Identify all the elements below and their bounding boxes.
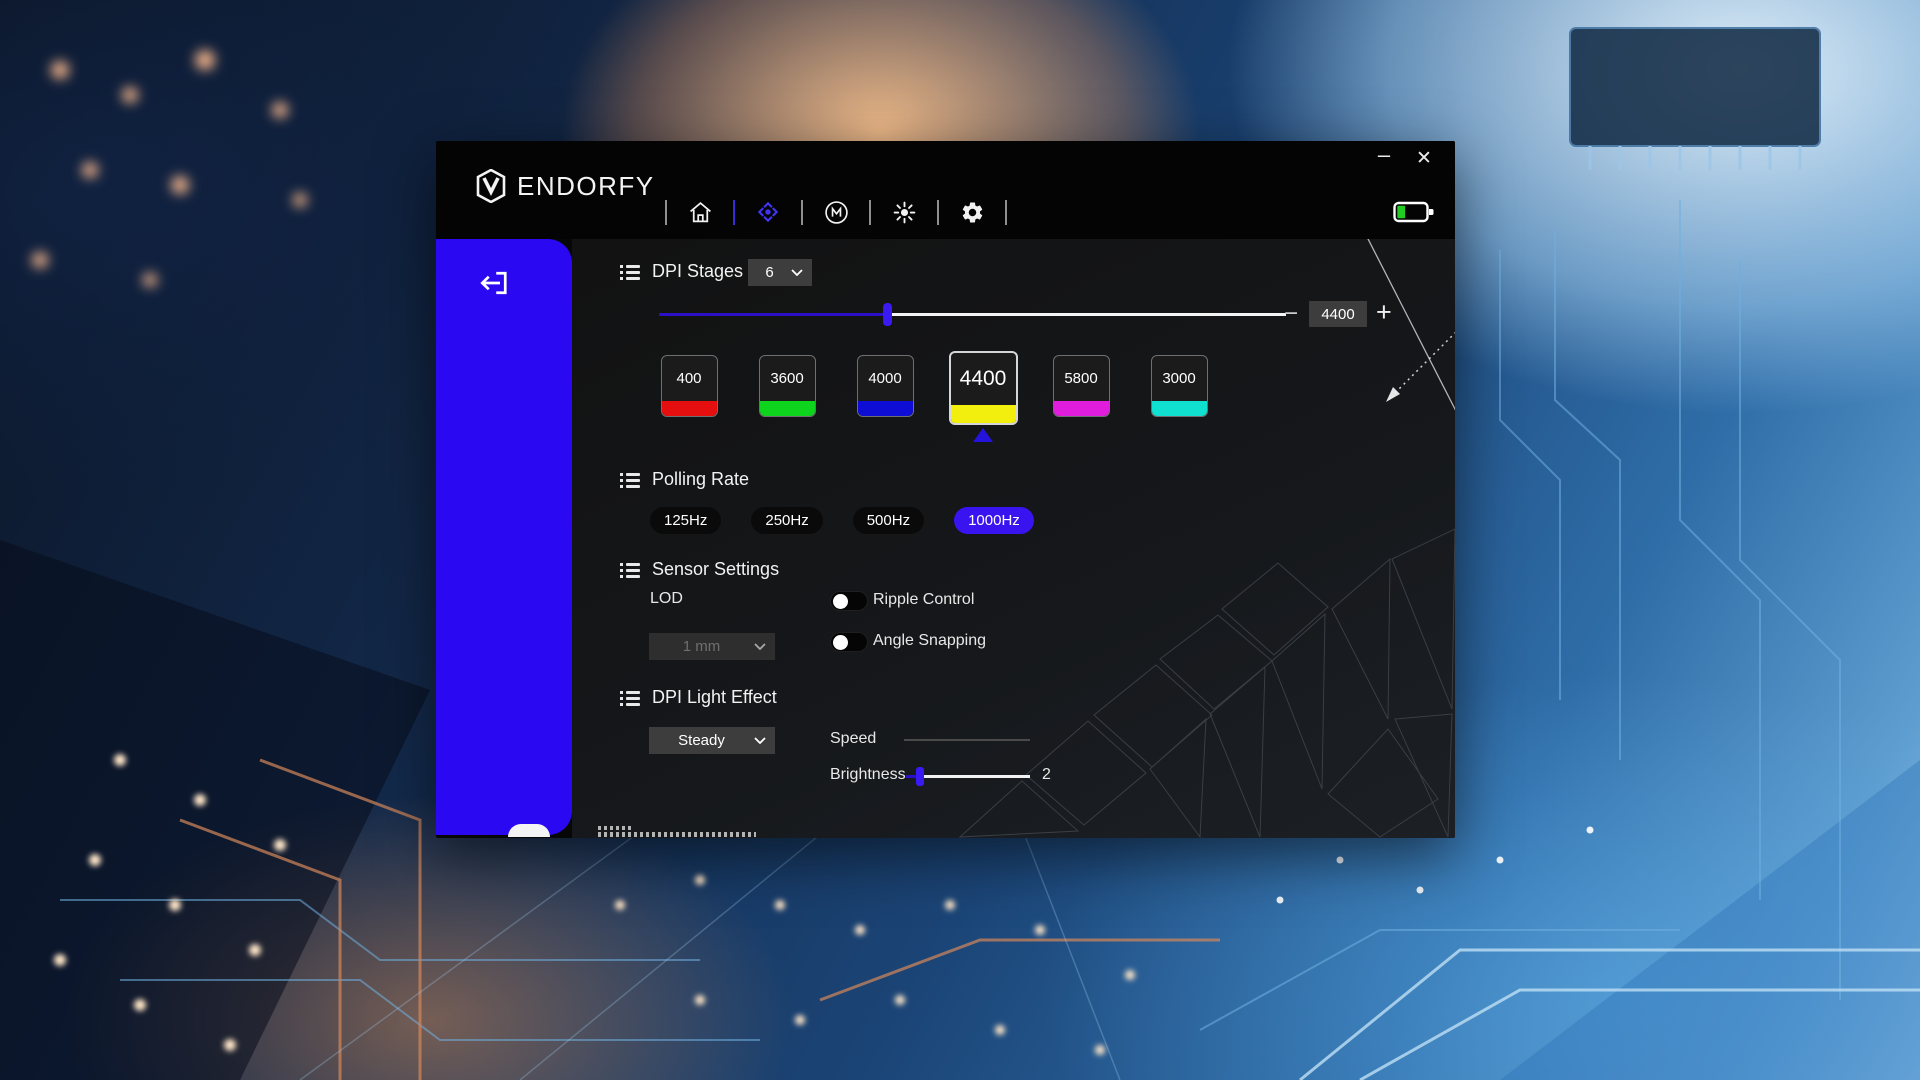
speed-label: Speed [830,730,877,747]
dpi-stage-value: 4400 [959,367,1007,390]
brightness-value: 2 [1042,766,1051,783]
dpi-stage-card[interactable]: 400 [640,351,738,442]
lod-value: 1 mm [682,638,721,655]
nav-separator [869,199,871,225]
dpi-light-effect-label: DPI Light Effect [652,687,777,707]
dpi-stage-card[interactable]: 3000 [1130,351,1228,442]
exit-left-icon[interactable] [474,263,514,303]
speed-slider[interactable] [904,739,1030,741]
dpi-stage-value: 4000 [868,370,902,387]
dpi-stage-value: 3600 [770,370,804,387]
polling-option-1000hz[interactable]: 1000Hz [954,507,1034,534]
lod-select[interactable]: 1 mm [649,633,775,660]
polling-option-500hz[interactable]: 500Hz [852,507,925,534]
dpi-stages-label: DPI Stages [652,261,744,281]
dpi-stage-card-selected[interactable]: 4400 [934,351,1032,442]
dpi-stage-card[interactable]: 5800 [1032,351,1130,442]
dpi-stage-card[interactable]: 3600 [738,351,836,442]
chevron-down-icon [754,643,766,650]
dpi-stage-count-value: 6 [765,264,774,281]
sidebar-notch[interactable] [508,824,550,837]
dpi-stages-section-icon [620,265,640,280]
brightness-thumb[interactable] [915,767,924,786]
brightness-label: Brightness [830,766,906,783]
polling-option-250hz[interactable]: 250Hz [751,507,823,534]
dpi-stage-color-bar [661,401,717,416]
main-nav [652,199,1020,225]
nav-separator [1005,199,1007,225]
endorfy-logo-icon [476,169,506,203]
window-controls: – ✕ [1371,142,1437,173]
clipped-text-artifact [598,832,756,837]
angle-snapping-toggle[interactable] [830,632,868,652]
dpi-sensor-icon[interactable] [755,199,781,225]
clipped-text-artifact [598,826,632,830]
toggle-knob [833,593,848,609]
brand-logo: ENDORFY [476,169,655,203]
selected-pointer-icon [973,428,993,442]
dpi-stage-count-select[interactable]: 6 [748,259,812,286]
settings-panel: DPI Stages 6 − 4400 + 400 3600 4000 4400… [572,239,1455,838]
chevron-down-icon [754,737,766,744]
dpi-stage-color-bar [1053,401,1109,416]
lighting-icon[interactable] [891,199,917,225]
dpi-stage-list: 400 3600 4000 4400 5800 3000 [640,351,1240,442]
app-window: ENDORFY – ✕ DPI Stages 6 − 4400 + 400 36… [436,141,1455,838]
toggle-knob [833,634,848,650]
battery-icon [1393,201,1435,229]
minimize-button[interactable]: – [1371,142,1397,173]
brightness-slider[interactable] [906,767,1030,786]
chevron-down-icon [791,269,803,276]
nav-separator [665,199,667,225]
dpi-light-effect-section-icon [620,691,640,706]
dpi-stage-value: 5800 [1064,370,1098,387]
sensor-settings-label: Sensor Settings [652,559,780,579]
dpi-stage-color-bar [857,401,913,416]
dpi-slider-track[interactable] [659,303,1286,326]
sidebar [436,239,572,837]
battery-fill [1397,205,1406,219]
settings-icon[interactable] [959,199,985,225]
sensor-settings-section-icon [620,563,640,578]
titlebar: ENDORFY – ✕ [436,141,1455,239]
dpi-slider-fill [659,313,888,316]
macro-icon[interactable] [823,199,849,225]
dpi-slider-thumb[interactable] [883,303,893,326]
polling-option-125hz[interactable]: 125Hz [650,507,722,534]
polling-rate-options: 125Hz 250Hz 500Hz 1000Hz [650,507,1034,534]
light-effect-mode-value: Steady [678,732,725,749]
nav-separator [937,199,939,225]
dpi-stage-color-bar [1151,401,1207,416]
brand-name: ENDORFY [517,170,655,201]
angle-snapping-label: Angle Snapping [873,632,986,649]
nav-separator [801,199,803,225]
ripple-control-toggle[interactable] [830,591,868,611]
polling-rate-section-icon [620,473,640,488]
dpi-stage-color-bar [759,401,815,416]
polling-rate-label: Polling Rate [652,469,750,489]
light-effect-mode-select[interactable]: Steady [649,727,775,754]
dpi-decrease-button[interactable]: − [1284,300,1298,328]
dpi-stage-color-bar [950,405,1016,423]
ripple-control-label: Ripple Control [873,591,975,608]
dpi-value-field[interactable]: 4400 [1309,301,1367,327]
dpi-increase-button[interactable]: + [1376,297,1392,328]
home-icon[interactable] [687,199,713,225]
dpi-stage-card[interactable]: 4000 [836,351,934,442]
lod-label: LOD [650,590,683,607]
dpi-stage-value: 3000 [1162,370,1196,387]
nav-separator-active [733,199,735,225]
close-button[interactable]: ✕ [1411,143,1437,173]
dpi-stage-value: 400 [676,370,702,387]
